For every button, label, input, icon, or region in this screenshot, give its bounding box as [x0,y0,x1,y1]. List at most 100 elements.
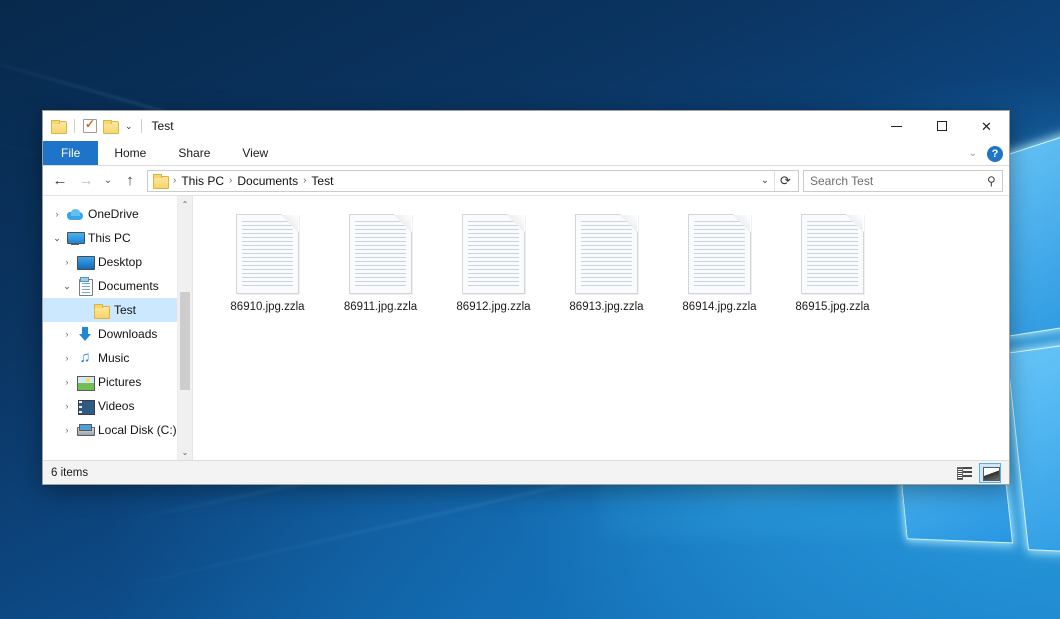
chevron-down-icon[interactable]: ⌄ [969,148,977,159]
file-item[interactable]: 86915.jpg.zzla [776,210,889,313]
file-grid: 86910.jpg.zzla 86911.jpg.zzla [211,210,1009,313]
downloads-icon [75,327,95,342]
generic-file-icon [236,214,299,294]
address-input[interactable]: › This PC › Documents › Test ⌄ ⟳ [147,170,799,192]
desktop-icon [75,256,95,268]
generic-file-icon [575,214,638,294]
refresh-icon[interactable]: ⟳ [774,171,796,191]
sidebar-item-pictures[interactable]: › Pictures [43,370,192,394]
search-placeholder: Search Test [810,174,873,188]
breadcrumb-item-documents[interactable]: Documents [233,174,302,188]
file-name: 86915.jpg.zzla [795,301,869,313]
tab-file[interactable]: File [43,141,98,165]
chevron-right-icon[interactable]: › [59,353,75,363]
sidebar-item-label: Videos [98,399,134,413]
file-item[interactable]: 86913.jpg.zzla [550,210,663,313]
breadcrumb-item-this-pc[interactable]: This PC [177,174,228,188]
status-bar: 6 items [43,460,1009,484]
this-pc-icon [65,232,85,245]
file-item[interactable]: 86912.jpg.zzla [437,210,550,313]
help-icon[interactable]: ? [987,146,1003,162]
folder-icon [153,174,168,187]
documents-icon [75,279,95,294]
window-title: Test [152,119,174,133]
chevron-down-icon[interactable]: ⌄ [756,175,774,186]
desktop-background: ⌄ Test ✕ File Home Share View ⌄ ? ← → [0,0,1060,619]
properties-icon[interactable] [83,119,97,133]
file-item[interactable]: 86910.jpg.zzla [211,210,324,313]
folder-icon[interactable] [51,120,66,133]
videos-icon [75,400,95,413]
breadcrumb-item-test[interactable]: Test [307,174,337,188]
breadcrumb: › This PC › Documents › Test [172,174,756,188]
file-name: 86912.jpg.zzla [456,301,530,313]
sidebar-item-downloads[interactable]: › Downloads [43,322,192,346]
chevron-down-icon[interactable]: ⌄ [59,281,75,292]
sidebar-item-documents[interactable]: ⌄ Documents [43,274,192,298]
quick-access-toolbar: ⌄ [51,119,144,133]
sidebar-item-label: Documents [98,279,159,293]
view-mode-buttons [953,463,1001,483]
navigation-pane: › OneDrive ⌄ This PC › Desktop ⌄ [43,196,193,460]
file-item[interactable]: 86911.jpg.zzla [324,210,437,313]
sidebar-item-local-disk[interactable]: › Local Disk (C:) [43,418,192,442]
sidebar-item-label: Music [98,351,129,365]
chevron-right-icon[interactable]: › [59,425,75,435]
tab-view[interactable]: View [226,141,284,165]
scrollbar-thumb[interactable] [180,292,190,390]
new-folder-icon[interactable] [103,120,118,133]
file-item[interactable]: 86914.jpg.zzla [663,210,776,313]
search-icon[interactable]: ⚲ [987,174,996,188]
ribbon-tab-bar: File Home Share View ⌄ ? [43,141,1009,166]
tab-home[interactable]: Home [98,141,162,165]
maximize-button[interactable] [919,111,964,141]
sidebar-item-label: This PC [88,231,131,245]
file-icon-wrapper [686,212,753,296]
title-bar: ⌄ Test ✕ [43,111,1009,141]
details-view-button[interactable] [953,463,975,483]
chevron-right-icon[interactable]: › [59,377,75,387]
file-list-view[interactable]: 86910.jpg.zzla 86911.jpg.zzla [193,196,1009,460]
chevron-right-icon[interactable]: › [59,401,75,411]
chevron-right-icon[interactable]: › [59,329,75,339]
file-name: 86914.jpg.zzla [682,301,756,313]
search-input[interactable]: Search Test ⚲ [803,170,1003,192]
generic-file-icon [801,214,864,294]
back-button[interactable]: ← [47,168,73,194]
details-view-icon [957,467,972,478]
sidebar-item-music[interactable]: › ♫ Music [43,346,192,370]
file-icon-wrapper [573,212,640,296]
recent-locations-button[interactable]: ⌄ [99,168,117,194]
tab-share[interactable]: Share [162,141,226,165]
file-name: 86913.jpg.zzla [569,301,643,313]
file-icon-wrapper [799,212,866,296]
generic-file-icon [688,214,751,294]
file-explorer-window: ⌄ Test ✕ File Home Share View ⌄ ? ← → [42,110,1010,485]
sidebar-item-label: Downloads [98,327,157,341]
divider [74,119,75,133]
chevron-right-icon[interactable]: › [59,257,75,267]
sidebar-item-desktop[interactable]: › Desktop [43,250,192,274]
window-body: › OneDrive ⌄ This PC › Desktop ⌄ [43,196,1009,460]
sidebar-item-onedrive[interactable]: › OneDrive [43,202,192,226]
large-icons-view-icon [983,467,998,479]
chevron-down-icon[interactable]: ⌄ [125,122,133,131]
sidebar-item-test[interactable]: Test [43,298,192,322]
music-icon: ♫ [75,351,95,366]
sidebar-item-this-pc[interactable]: ⌄ This PC [43,226,192,250]
sidebar-item-label: OneDrive [88,207,139,221]
forward-button[interactable]: → [73,168,99,194]
close-button[interactable]: ✕ [964,111,1009,141]
onedrive-icon [65,209,85,220]
chevron-down-icon[interactable]: ⌄ [49,233,65,244]
minimize-button[interactable] [874,111,919,141]
scroll-up-icon[interactable]: ⌃ [178,196,192,212]
scroll-down-icon[interactable]: ⌄ [178,444,192,460]
up-button[interactable]: ↑ [117,168,143,194]
sidebar-item-label: Test [114,303,136,317]
large-icons-view-button[interactable] [979,463,1001,483]
sidebar-item-videos[interactable]: › Videos [43,394,192,418]
sidebar-item-label: Pictures [98,375,141,389]
chevron-right-icon[interactable]: › [49,209,65,219]
navigation-pane-scrollbar[interactable]: ⌃ ⌄ [177,196,192,460]
